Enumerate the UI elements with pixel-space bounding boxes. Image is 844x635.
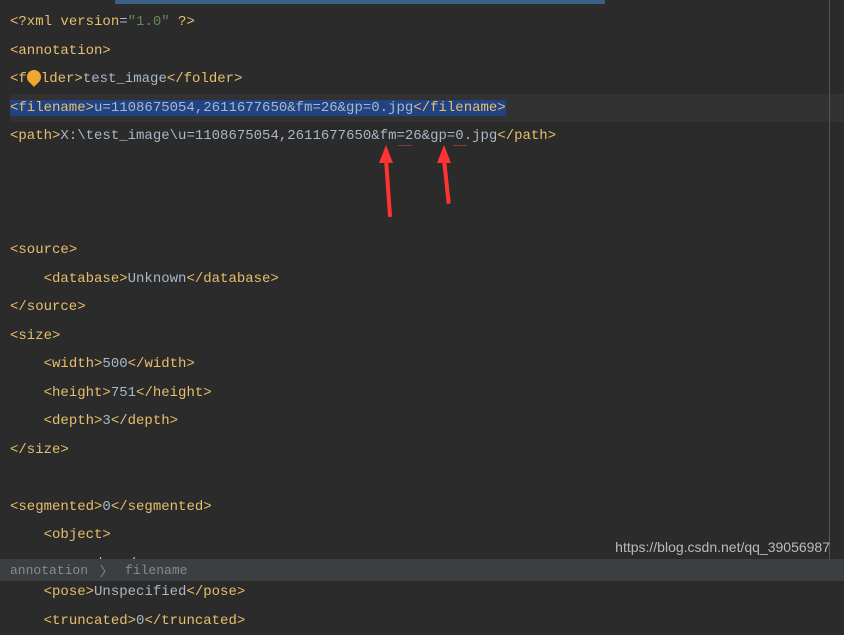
tag-folder-open-part2: lder> [41,71,83,87]
breadcrumb-item-annotation[interactable]: annotation [10,563,88,578]
code-line[interactable]: <depth>3</depth> [10,407,844,436]
tag-height-open: <height> [44,385,111,401]
tag-folder-close: </folder> [167,71,243,87]
tag-path-open: <path> [10,128,60,144]
code-line-empty[interactable] [10,464,844,493]
tag-segmented-close: </segmented> [111,499,212,515]
filename-text: u=1108675054,2611677650&fm=26&gp=0.jpg [94,100,413,116]
width-text: 500 [102,356,127,372]
code-line[interactable]: <width>500</width> [10,350,844,379]
error-underline-1 [398,145,412,146]
xml-attr: version [60,14,119,30]
truncated-text: 0 [136,613,144,629]
code-line[interactable]: <path>X:\test_image\u=1108675054,2611677… [10,122,844,236]
code-line[interactable]: <segmented>0</segmented> [10,493,844,522]
tag-annotation-open: <annotation> [10,43,111,59]
tag-depth-close: </depth> [111,413,178,429]
tag-pose-close: </pose> [186,584,245,600]
tag-source-close: </source> [10,299,86,315]
depth-text: 3 [102,413,110,429]
tag-truncated-open: <truncated> [44,613,136,629]
tag-pose-open: <pose> [44,584,94,600]
tag-segmented-open: <segmented> [10,499,102,515]
tag-size-close: </size> [10,442,69,458]
xml-decl-close: ?> [170,14,195,30]
code-line[interactable]: <?xml version="1.0" ?> [10,8,844,37]
tag-filename-open: <filename> [10,100,94,116]
tag-width-close: </width> [128,356,195,372]
pose-text: Unspecified [94,584,186,600]
breadcrumb[interactable]: annotation 〉 filename [0,559,844,581]
watermark-text: https://blog.csdn.net/qq_39056987 [615,539,830,555]
tag-source-open: <source> [10,242,77,258]
tag-size-open: <size> [10,328,60,344]
folder-text: test_image [83,71,167,87]
database-text: Unknown [128,271,187,287]
code-line[interactable]: <truncated>0</truncated> [10,607,844,635]
code-line[interactable]: <height>751</height> [10,379,844,408]
breadcrumb-separator-icon: 〉 [100,561,113,580]
tag-height-close: </height> [136,385,212,401]
xml-decl-open: <?xml [10,14,60,30]
tag-folder-open-part: <f [10,71,27,87]
eq: = [119,14,127,30]
tag-truncated-close: </truncated> [144,613,245,629]
tag-database-open: <database> [44,271,128,287]
error-underline-2 [453,145,467,146]
code-line[interactable]: <source> [10,236,844,265]
xml-attr-val: "1.0" [128,14,170,30]
code-line[interactable]: <annotation> [10,37,844,66]
code-line-selected[interactable]: <filename>u=1108675054,2611677650&fm=26&… [10,94,844,123]
code-line[interactable]: </size> [10,436,844,465]
vertical-separator [829,0,830,559]
code-line[interactable]: <f lder>test_image</folder> [10,65,844,94]
path-text: X:\test_image\u=1108675054,2611677650&fm… [60,128,497,144]
breadcrumb-item-filename[interactable]: filename [125,563,187,578]
tag-width-open: <width> [44,356,103,372]
tag-object-open: <object> [44,527,111,543]
code-line[interactable]: </source> [10,293,844,322]
tag-filename-close: </filename> [413,100,505,116]
tag-database-close: </database> [186,271,278,287]
tag-path-close: </path> [497,128,556,144]
tag-depth-open: <depth> [44,413,103,429]
segmented-text: 0 [102,499,110,515]
height-text: 751 [111,385,136,401]
code-line[interactable]: <pose>Unspecified</pose> [10,578,844,607]
code-line[interactable]: <size> [10,322,844,351]
code-line[interactable]: <database>Unknown</database> [10,265,844,294]
